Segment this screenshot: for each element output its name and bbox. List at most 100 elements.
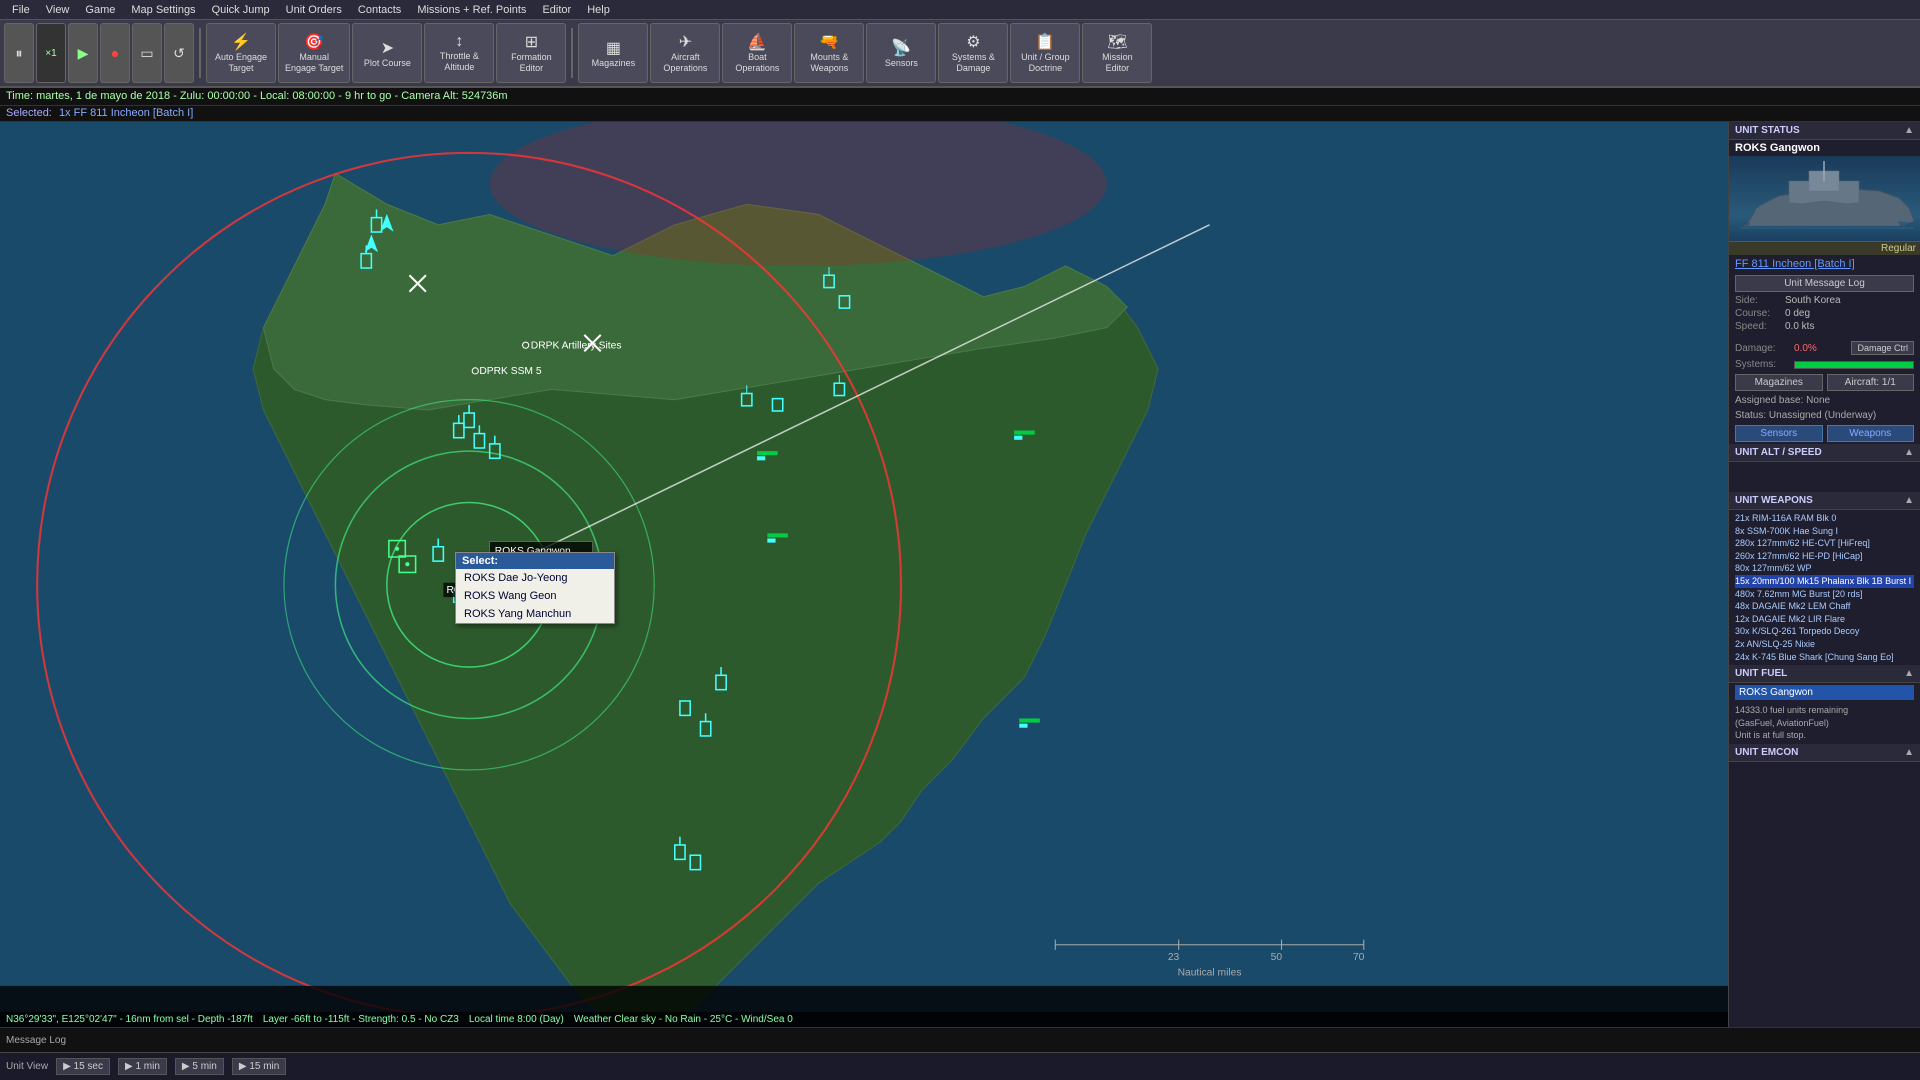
damage-label: Damage: xyxy=(1735,343,1790,354)
sensors-button[interactable]: 📡 Sensors xyxy=(866,23,936,83)
side-row: Side: South Korea xyxy=(1729,294,1920,307)
assigned-base-row: Assigned base: None xyxy=(1729,393,1920,408)
auto-engage-button[interactable]: ⚡ Auto EngageTarget xyxy=(206,23,276,83)
boat-ops-label: BoatOperations xyxy=(735,52,779,74)
menu-editor[interactable]: Editor xyxy=(534,4,579,16)
menu-view[interactable]: View xyxy=(38,4,78,16)
throttle-alt-button[interactable]: ↕ Throttle &Altitude xyxy=(424,23,494,83)
weapon-item-4[interactable]: 80x 127mm/62 WP xyxy=(1735,562,1914,575)
mission-editor-icon: 🗺 xyxy=(1107,32,1127,52)
manual-engage-button[interactable]: 🎯 ManualEngage Target xyxy=(278,23,350,83)
menu-game[interactable]: Game xyxy=(77,4,123,16)
time-5min-button[interactable]: ▶ 5 min xyxy=(175,1058,224,1075)
map-canvas: ROKS Gangwon 0 deg 0.0 kts ROKS Dae Jo-Y… xyxy=(0,122,1728,1027)
unit-status-title: UNIT STATUS xyxy=(1735,125,1800,136)
menu-missions[interactable]: Missions + Ref. Points xyxy=(409,4,534,16)
local-time-text: Local time 8:00 (Day) xyxy=(469,1014,564,1025)
weapons-list: 21x RIM-116A RAM Blk 0 8x SSM-700K Hae S… xyxy=(1729,510,1920,665)
weapon-item-7[interactable]: 48x DAGAIE Mk2 LEM Chaff xyxy=(1735,600,1914,613)
magazines-label: Magazines xyxy=(592,58,636,68)
map-area[interactable]: ROKS Gangwon 0 deg 0.0 kts ROKS Dae Jo-Y… xyxy=(0,122,1728,1027)
menu-file[interactable]: File xyxy=(4,4,38,16)
record-icon: ● xyxy=(111,45,119,61)
menu-contacts[interactable]: Contacts xyxy=(350,4,409,16)
ship-image-svg xyxy=(1729,156,1920,241)
weapon-item-2[interactable]: 280x 127mm/62 HE-CVT [HiFreq] xyxy=(1735,537,1914,550)
boat-ops-button[interactable]: ⛵ BoatOperations xyxy=(722,23,792,83)
menu-unit-orders[interactable]: Unit Orders xyxy=(278,4,350,16)
fuel-collapse[interactable]: ▲ xyxy=(1904,668,1914,679)
weapons-panel-button[interactable]: Weapons xyxy=(1827,425,1915,442)
time-1min-button[interactable]: ▶ 1 min xyxy=(118,1058,167,1075)
time-15min-button[interactable]: ▶ 15 min xyxy=(232,1058,286,1075)
pause-icon: ⏸ xyxy=(16,45,23,62)
mounts-weapons-icon: 🔫 xyxy=(819,32,839,52)
pause-button[interactable]: ⏸ xyxy=(4,23,34,83)
unit-link[interactable]: FF 811 Incheon [Batch I] xyxy=(1729,255,1920,273)
status-bar: Time: martes, 1 de mayo de 2018 - Zulu: … xyxy=(0,88,1920,106)
selected-unit: 1x FF 811 Incheon [Batch I] xyxy=(59,107,193,119)
mission-editor-button[interactable]: 🗺 MissionEditor xyxy=(1082,23,1152,83)
systems-health-bar xyxy=(1794,361,1914,369)
selected-label: Selected: xyxy=(6,107,52,119)
record-button[interactable]: ● xyxy=(100,23,130,83)
emcon-title: UNIT EMCON xyxy=(1735,747,1798,758)
auto-engage-icon: ⚡ xyxy=(231,32,251,52)
weapon-item-10[interactable]: 2x AN/SLQ-25 Nixie xyxy=(1735,638,1914,651)
plot-course-label: Plot Course xyxy=(364,58,411,69)
refresh-button[interactable]: ↺ xyxy=(164,23,194,83)
weapons-header: UNIT WEAPONS ▲ xyxy=(1729,492,1920,510)
plot-course-button[interactable]: ➤ Plot Course xyxy=(352,23,422,83)
coord-text: N36°29'33", E125°02'47" - 16nm from sel … xyxy=(6,1014,253,1025)
weapons-collapse[interactable]: ▲ xyxy=(1904,495,1914,506)
unknown-button[interactable]: ▭ xyxy=(132,23,162,83)
unit-doctrine-button[interactable]: 📋 Unit / GroupDoctrine xyxy=(1010,23,1080,83)
unit-doctrine-icon: 📋 xyxy=(1035,32,1055,52)
emcon-collapse[interactable]: ▲ xyxy=(1904,747,1914,758)
unit-image xyxy=(1729,156,1920,241)
mounts-weapons-button[interactable]: 🔫 Mounts &Weapons xyxy=(794,23,864,83)
context-menu-item-3[interactable]: ROKS Yang Manchun xyxy=(456,605,614,623)
sensors-panel-button[interactable]: Sensors xyxy=(1735,425,1823,442)
context-menu-item-2[interactable]: ROKS Wang Geon xyxy=(456,587,614,605)
magazines-button[interactable]: ▦ Magazines xyxy=(578,23,648,83)
damage-row: Damage: 0.0% Damage Ctrl xyxy=(1729,339,1920,357)
weapon-item-6[interactable]: 480x 7.62mm MG Burst [20 rds] xyxy=(1735,588,1914,601)
weapon-item-1[interactable]: 8x SSM-700K Hae Sung I xyxy=(1735,525,1914,538)
bottom-bar: Message Log xyxy=(0,1027,1920,1052)
weapon-item-3[interactable]: 260x 127mm/62 HE-PD [HiCap] xyxy=(1735,550,1914,563)
sensors-label: Sensors xyxy=(885,58,918,68)
context-menu-title: Select: xyxy=(456,553,614,569)
alt-speed-header: UNIT ALT / SPEED ▲ xyxy=(1729,444,1920,462)
fuel-item[interactable]: ROKS Gangwon xyxy=(1735,685,1914,700)
aircraft-ops-button[interactable]: ✈ AircraftOperations xyxy=(650,23,720,83)
menu-quick-jump[interactable]: Quick Jump xyxy=(204,4,278,16)
throttle-alt-icon: ↕ xyxy=(455,33,463,51)
aircraft-panel-button[interactable]: Aircraft: 1/1 xyxy=(1827,374,1915,391)
unit-message-log-button[interactable]: Unit Message Log xyxy=(1735,275,1914,292)
weapon-item-11[interactable]: 24x K-745 Blue Shark [Chung Sang Eo] xyxy=(1735,651,1914,664)
refresh-icon: ↺ xyxy=(173,45,185,62)
speed-display: ×1 xyxy=(36,23,66,83)
damage-ctrl-button[interactable]: Damage Ctrl xyxy=(1851,341,1914,355)
formation-editor-label: FormationEditor xyxy=(511,52,552,74)
weapon-item-9[interactable]: 30x K/SLQ-261 Torpedo Decoy xyxy=(1735,625,1914,638)
magazines-panel-button[interactable]: Magazines xyxy=(1735,374,1823,391)
weapon-item-8[interactable]: 12x DAGAIE Mk2 LIR Flare xyxy=(1735,613,1914,626)
time-15sec-button[interactable]: ▶ 15 sec xyxy=(56,1058,110,1075)
menu-help[interactable]: Help xyxy=(579,4,618,16)
systems-damage-button[interactable]: ⚙ Systems &Damage xyxy=(938,23,1008,83)
unit-status-collapse[interactable]: ▲ xyxy=(1904,125,1914,136)
weather-text: Weather Clear sky - No Rain - 25°C - Win… xyxy=(574,1014,793,1025)
context-menu-item-1[interactable]: ROKS Dae Jo-Yeong xyxy=(456,569,614,587)
weapon-item-0[interactable]: 21x RIM-116A RAM Blk 0 xyxy=(1735,512,1914,525)
throttle-alt-label: Throttle &Altitude xyxy=(440,51,479,73)
alt-speed-collapse[interactable]: ▲ xyxy=(1904,447,1914,458)
weapon-item-5[interactable]: 15x 20mm/100 Mk15 Phalanx Blk 1B Burst I xyxy=(1735,575,1914,588)
play-button[interactable]: ▶ xyxy=(68,23,98,83)
svg-text:70: 70 xyxy=(1353,952,1365,963)
menu-map-settings[interactable]: Map Settings xyxy=(123,4,203,16)
mission-editor-label: MissionEditor xyxy=(1102,52,1133,74)
formation-editor-button[interactable]: ⊞ FormationEditor xyxy=(496,23,566,83)
speed-label: Speed: xyxy=(1735,321,1785,332)
